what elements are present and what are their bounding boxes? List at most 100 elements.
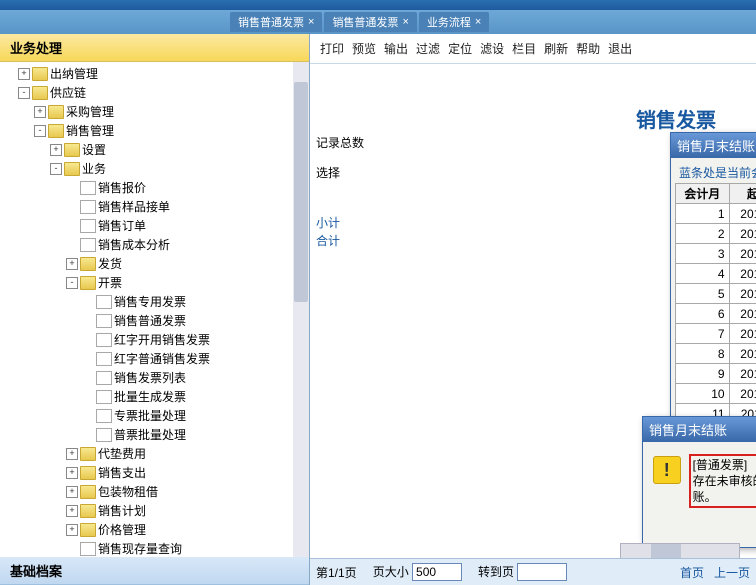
tree-node[interactable]: 销售样品接单 [0, 197, 309, 216]
tree-node[interactable]: 销售普通发票 [0, 311, 309, 330]
expand-icon[interactable]: + [66, 486, 78, 498]
cell[interactable]: 2016-04-01 [729, 264, 756, 284]
expand-icon[interactable]: - [50, 163, 62, 175]
tree-label: 销售专用发票 [114, 293, 186, 310]
cell[interactable]: 2016-01-01 [729, 204, 756, 224]
tree-label: 红字普通销售发票 [114, 350, 210, 367]
toolbar-帮助[interactable]: 帮助 [576, 42, 600, 56]
expand-icon[interactable]: + [66, 448, 78, 460]
cell[interactable]: 10 [676, 384, 730, 404]
toolbar-预览[interactable]: 预览 [352, 42, 376, 56]
dialog-title: 销售月末结账 [677, 136, 755, 155]
cell[interactable]: 6 [676, 304, 730, 324]
tab[interactable]: 业务流程× [419, 12, 489, 32]
col-header[interactable]: 起始日期 [729, 184, 756, 204]
tree-label: 销售支出 [98, 464, 146, 481]
tree-node[interactable]: -业务 [0, 159, 309, 178]
tree-node[interactable]: 普票批量处理 [0, 425, 309, 444]
expand-icon[interactable]: - [66, 277, 78, 289]
tree-node[interactable]: -开票 [0, 273, 309, 292]
cell[interactable]: 8 [676, 344, 730, 364]
tree-node[interactable]: -供应链 [0, 83, 309, 102]
cell[interactable]: 2016-03-01 [729, 244, 756, 264]
expand-icon[interactable]: + [66, 505, 78, 517]
toolbar-退出[interactable]: 退出 [608, 42, 632, 56]
tab-close-icon[interactable]: × [308, 16, 314, 28]
tree-node[interactable]: +设置 [0, 140, 309, 159]
page-title: 销售发票 [636, 104, 716, 133]
expand-icon[interactable]: + [66, 524, 78, 536]
tab[interactable]: 销售普通发票× [324, 12, 416, 32]
pager-link[interactable]: 首页 [680, 566, 704, 580]
tree-node[interactable]: 批量生成发票 [0, 387, 309, 406]
tree-node[interactable]: -销售管理 [0, 121, 309, 140]
h-scrollbar[interactable] [620, 543, 740, 559]
expand-icon[interactable]: + [18, 68, 30, 80]
tree-node[interactable]: + 代垫费用 [0, 444, 309, 463]
goto-input[interactable] [517, 563, 567, 581]
cell[interactable]: 2016-10-01 [729, 384, 756, 404]
cell[interactable]: 1 [676, 204, 730, 224]
cell[interactable]: 5 [676, 284, 730, 304]
cell[interactable]: 4 [676, 264, 730, 284]
dialog-title: 销售月末结账 [649, 420, 727, 439]
tree-label: 销售订单 [98, 217, 146, 234]
cell[interactable]: 9 [676, 364, 730, 384]
tree-node[interactable]: + 销售支出 [0, 463, 309, 482]
toolbar-刷新[interactable]: 刷新 [544, 42, 568, 56]
toolbar-输出[interactable]: 输出 [384, 42, 408, 56]
tree-node[interactable]: +包装物租借 [0, 482, 309, 501]
tab[interactable]: 销售普通发票× [230, 12, 322, 32]
page-size-input[interactable] [412, 563, 462, 581]
col-header[interactable]: 会计月 [676, 184, 730, 204]
cell[interactable]: 2016-08-01 [729, 344, 756, 364]
tab-close-icon[interactable]: × [475, 16, 481, 28]
cell[interactable]: 3 [676, 244, 730, 264]
tree-node[interactable]: +出纳管理 [0, 64, 309, 83]
expand-icon[interactable]: + [34, 106, 46, 118]
cell[interactable]: 2016-02-01 [729, 224, 756, 244]
tree-node[interactable]: 专票批量处理 [0, 406, 309, 425]
expand-icon[interactable]: - [34, 125, 46, 137]
expand-icon[interactable]: + [50, 144, 62, 156]
tree-label: 代垫费用 [98, 445, 146, 462]
tree-label: 采购管理 [66, 103, 114, 120]
folder-icon [80, 257, 96, 271]
expand-icon[interactable]: - [18, 87, 30, 99]
cell[interactable]: 2016-09-01 [729, 364, 756, 384]
cell[interactable]: 2 [676, 224, 730, 244]
tree-node[interactable]: +发货 [0, 254, 309, 273]
toolbar-栏目[interactable]: 栏目 [512, 42, 536, 56]
tree-label: 销售样品接单 [98, 198, 170, 215]
tree-node[interactable]: + 采购管理 [0, 102, 309, 121]
cell[interactable]: 2016-05-01 [729, 284, 756, 304]
pager-link[interactable]: 上一页 [714, 566, 750, 580]
tree-node[interactable]: 销售报价 [0, 178, 309, 197]
sidebar-header-biz[interactable]: 业务处理 [0, 34, 309, 62]
expand-icon[interactable]: + [66, 467, 78, 479]
sidebar-scrollbar[interactable] [293, 62, 309, 557]
tree-node[interactable]: +价格管理 [0, 520, 309, 539]
cell[interactable]: 7 [676, 324, 730, 344]
tree-node[interactable]: 销售订单 [0, 216, 309, 235]
period-table[interactable]: 会计月起始日期截止日期是否结账12016-01-012016-01-31是220… [675, 183, 756, 444]
toolbar-打印[interactable]: 打印 [320, 42, 344, 56]
tree-node[interactable]: +销售计划 [0, 501, 309, 520]
toolbar-滤设[interactable]: 滤设 [480, 42, 504, 56]
sidebar-header-base[interactable]: 基础档案 [0, 557, 309, 585]
toolbar-过滤[interactable]: 过滤 [416, 42, 440, 56]
tree-node[interactable]: 销售发票列表 [0, 368, 309, 387]
tab-close-icon[interactable]: × [402, 16, 408, 28]
tree-node[interactable]: 销售成本分析 [0, 235, 309, 254]
tree-node[interactable]: 红字普通销售发票 [0, 349, 309, 368]
tree-node[interactable]: 销售现存量查询 [0, 539, 309, 557]
expand-icon [82, 410, 94, 422]
tree-node[interactable]: 销售专用发票 [0, 292, 309, 311]
toolbar-定位[interactable]: 定位 [448, 42, 472, 56]
cell[interactable]: 2016-06-01 [729, 304, 756, 324]
tree-node[interactable]: 红字开用销售发票 [0, 330, 309, 349]
status-bar: 第1/1页 页大小 转到页 首页上一页 [310, 558, 756, 585]
cell[interactable]: 2016-07-01 [729, 324, 756, 344]
expand-icon[interactable]: + [66, 258, 78, 270]
folder-icon [48, 124, 64, 138]
